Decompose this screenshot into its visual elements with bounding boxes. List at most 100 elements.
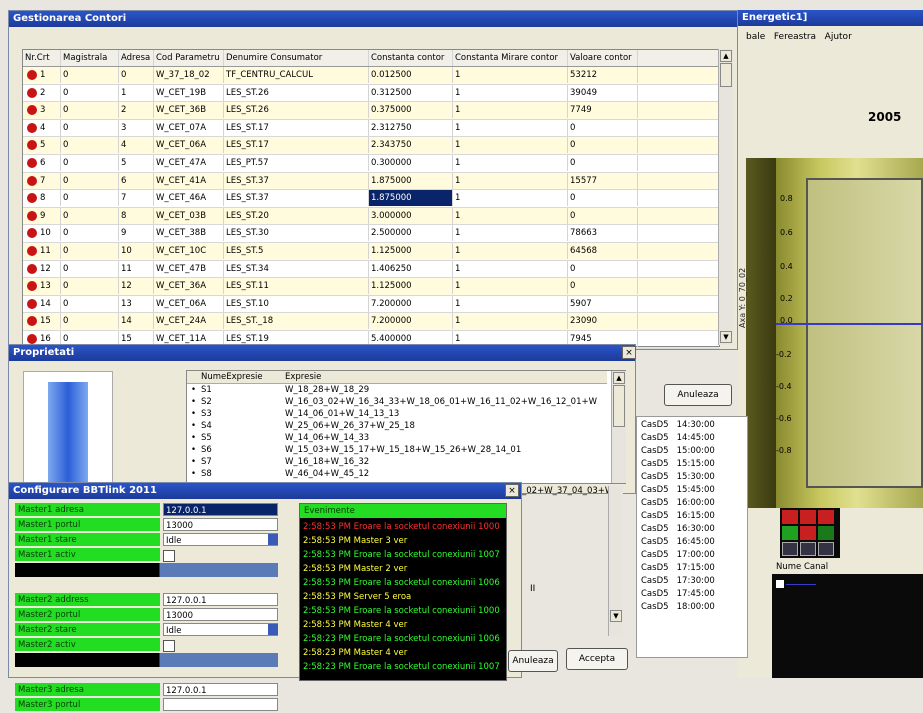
energetic-title: Energetic1] <box>742 12 808 23</box>
table-cell: 0 <box>61 207 119 224</box>
contori-title: Gestionarea Contori <box>13 13 127 24</box>
anuleaza-button[interactable]: Anuleaza <box>508 650 558 672</box>
col-nume-expresie[interactable]: NumeExpresie <box>201 371 263 383</box>
active-checkbox[interactable] <box>163 550 175 562</box>
table-row[interactable]: 9 0 8 W_CET_03B LES_ST.20 3.000000 1 0 <box>23 207 719 226</box>
chart-inner <box>806 178 923 488</box>
section-divider <box>15 653 278 667</box>
config-value-field[interactable]: 127.0.0.1 <box>163 683 278 696</box>
close-icon[interactable]: × <box>505 484 519 497</box>
col-header[interactable]: Nr.Crt <box>23 50 61 66</box>
y-tick: 0.6 <box>780 228 793 237</box>
dropdown-icon[interactable] <box>268 624 278 635</box>
table-cell: 0 <box>61 313 119 330</box>
close-icon[interactable]: × <box>622 346 636 359</box>
col-header[interactable]: Valoare contor <box>568 50 638 66</box>
energetic-window: Energetic1] x bale Fereastra Ajutor 2005… <box>724 10 923 678</box>
table-cell: 1 <box>453 84 568 101</box>
pan-icon[interactable] <box>782 542 798 556</box>
expr-icon: • <box>191 433 197 443</box>
table-row[interactable]: 15 0 14 W_CET_24A LES_ST._18 7.200000 1 23090 <box>23 313 719 331</box>
zoom-in-icon[interactable] <box>782 510 798 524</box>
scroll-up-icon[interactable]: ▲ <box>720 50 732 62</box>
menu-item-fereastra[interactable]: Fereastra <box>774 32 816 42</box>
table-row[interactable]: 12 0 11 W_CET_47B LES_ST.34 1.406250 1 0 <box>23 260 719 279</box>
table-cell: W_CET_06A <box>154 137 224 154</box>
canal-checkbox[interactable] <box>776 580 784 588</box>
time-row: CasD5 15:00:00 <box>641 446 715 456</box>
table-cell: LES_ST.26 <box>224 84 369 101</box>
contori-table: Nr.Crt Magistrala Adresa Cod Parametru D… <box>22 49 720 349</box>
table-row[interactable]: 11 0 10 W_CET_10C LES_ST.5 1.125000 1 64568 <box>23 242 719 261</box>
col-header[interactable]: Cod Parametru <box>154 50 224 66</box>
table-row[interactable]: 2 0 1 W_CET_19B LES_ST.26 0.312500 1 39049 <box>23 84 719 103</box>
col-expresie[interactable]: Expresie <box>285 371 321 383</box>
scroll-thumb[interactable] <box>720 63 732 87</box>
play-icon[interactable] <box>782 526 798 540</box>
fit-icon[interactable] <box>800 542 816 556</box>
table-row[interactable]: 3 0 2 W_CET_36B LES_ST.26 0.375000 1 7749 <box>23 102 719 120</box>
menu-item-bale[interactable]: bale <box>746 32 765 42</box>
dropdown-icon[interactable] <box>268 534 278 545</box>
table-cell: 5907 <box>568 295 638 312</box>
config-value-field[interactable]: 13000 <box>163 608 278 621</box>
pause-icon[interactable]: II <box>530 584 535 594</box>
zoom-out-icon[interactable] <box>800 510 816 524</box>
time-row: CasD5 16:30:00 <box>641 524 715 534</box>
table-row[interactable]: 1 0 0 W_37_18_02 TF_CENTRU_CALCUL 0.012500 1 53… <box>23 67 719 85</box>
status-dot-icon <box>27 263 37 274</box>
scroll-down-icon[interactable]: ▼ <box>720 331 732 343</box>
table-cell: 0 <box>568 260 638 277</box>
config-value-field[interactable]: Idle <box>163 533 278 546</box>
config-value-field[interactable]: 127.0.0.1 <box>163 503 278 516</box>
table-cell: 11 <box>119 260 154 277</box>
table-cell: 78663 <box>568 225 638 242</box>
table-row[interactable]: 5 0 4 W_CET_06A LES_ST.17 2.343750 1 0 <box>23 137 719 155</box>
table-row[interactable]: 8 0 7 W_CET_46A LES_ST.37 1.875000 1 0 <box>23 190 719 208</box>
reset-icon[interactable] <box>818 510 834 524</box>
table-cell: 1 <box>453 190 568 207</box>
col-header[interactable]: Adresa <box>119 50 154 66</box>
events-scrollbar[interactable]: ▼ <box>608 486 623 636</box>
table-cell: LES_ST.37 <box>224 172 369 189</box>
chart-toolbar <box>780 508 840 558</box>
table-row[interactable]: 4 0 3 W_CET_07A LES_ST.17 2.312750 1 0 <box>23 119 719 138</box>
config-value-field[interactable]: 127.0.0.1 <box>163 593 278 606</box>
table-row[interactable]: 13 0 12 W_CET_36A LES_ST.11 1.125000 1 0 <box>23 278 719 296</box>
table-cell: 9 <box>119 225 154 242</box>
table-row[interactable]: 6 0 5 W_CET_47A LES_PT.57 0.300000 1 0 <box>23 154 719 173</box>
scroll-up-icon[interactable]: ▲ <box>613 372 625 384</box>
config-value-field[interactable] <box>163 698 278 711</box>
col-header[interactable]: Constanta contor <box>369 50 453 66</box>
energetic-titlebar: Energetic1] <box>738 10 923 26</box>
section-divider <box>15 563 278 577</box>
list-scrollbar[interactable]: ▲ <box>611 371 626 483</box>
table-cell: 0.300000 <box>369 154 453 171</box>
config-value-field[interactable]: 13000 <box>163 518 278 531</box>
active-checkbox[interactable] <box>163 640 175 652</box>
table-row[interactable]: 10 0 9 W_CET_38B LES_ST.30 2.500000 1 78663 <box>23 225 719 243</box>
config-title: Configurare BBTlink 2011 <box>13 485 157 496</box>
col-header[interactable]: Constanta Mirare contor <box>453 50 568 66</box>
table-cell: 1 <box>453 154 568 171</box>
percent-icon[interactable] <box>818 526 834 540</box>
config-value-field[interactable]: Idle <box>163 623 278 636</box>
col-header[interactable]: Denumire Consumator <box>224 50 369 66</box>
table-scrollbar[interactable]: ▲ ▼ <box>718 49 733 345</box>
menu-item-ajutor[interactable]: Ajutor <box>825 32 852 42</box>
table-cell: 6 <box>119 172 154 189</box>
grid-icon[interactable] <box>818 542 834 556</box>
expr-value: W_25_06+W_26_37+W_25_18 <box>285 421 415 431</box>
table-cell: 0 <box>568 119 638 136</box>
table-row[interactable]: 14 0 13 W_CET_06A LES_ST.10 7.200000 1 5907 <box>23 295 719 314</box>
expr-name: S8 <box>201 469 212 479</box>
accepta-button[interactable]: Accepta <box>566 648 628 670</box>
stop-icon[interactable] <box>800 526 816 540</box>
table-row[interactable]: 7 0 6 W_CET_41A LES_ST.37 1.875000 1 15577 <box>23 172 719 191</box>
expr-name: S3 <box>201 409 212 419</box>
col-header[interactable]: Magistrala <box>61 50 119 66</box>
scroll-down-icon[interactable]: ▼ <box>610 610 622 622</box>
scroll-thumb[interactable] <box>613 385 625 427</box>
year-label: 2005 <box>868 110 902 124</box>
anuleaza-button-props[interactable]: Anuleaza <box>664 384 732 406</box>
